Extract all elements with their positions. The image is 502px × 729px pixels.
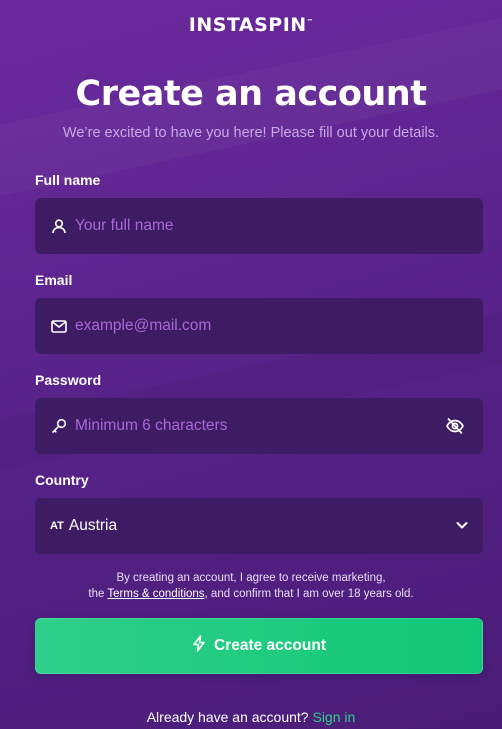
page-subtitle: We’re excited to have you here! Please f… [62, 125, 440, 141]
country-flag-code: AT [50, 520, 64, 532]
terms-link[interactable]: Terms & conditions [107, 588, 204, 600]
sign-in-text: Already have an account? [146, 709, 309, 725]
consent-line-2: the Terms & conditions, and confirm that… [0, 586, 502, 602]
create-account-label: Create account [214, 637, 326, 654]
country-label: Country [35, 472, 89, 488]
create-account-button[interactable]: Create account [35, 618, 483, 674]
consent-the: the [88, 588, 108, 600]
brand-logo: INSTASPIN™ [0, 14, 502, 36]
eye-off-icon[interactable] [445, 417, 465, 435]
country-select[interactable]: AT Austria [35, 498, 483, 554]
sign-in-link[interactable]: Sign in [312, 709, 355, 725]
key-icon [50, 417, 68, 435]
email-field[interactable]: example@mail.com [35, 298, 483, 354]
full-name-placeholder: Your full name [75, 217, 174, 234]
consent-line-1: By creating an account, I agree to recei… [116, 572, 386, 584]
password-label: Password [35, 372, 102, 388]
full-name-field[interactable]: Your full name [35, 198, 483, 254]
consent-text: By creating an account, I agree to recei… [0, 570, 502, 602]
lightning-icon [192, 635, 206, 657]
country-value: Austria [68, 517, 118, 534]
password-placeholder: Minimum 6 characters [75, 417, 228, 434]
chevron-down-icon [455, 518, 469, 532]
mail-icon [50, 317, 68, 335]
user-icon [50, 217, 68, 235]
logo-trademark: ™ [306, 18, 314, 26]
sign-in-prompt: Already have an account? Sign in [0, 709, 502, 725]
logo-text: INSTASPIN [188, 14, 307, 36]
page-title: Create an account [75, 74, 427, 114]
password-field[interactable]: Minimum 6 characters [35, 398, 483, 454]
consent-tail: , and confirm that I am over 18 years ol… [204, 588, 414, 600]
full-name-label: Full name [35, 172, 101, 188]
email-label: Email [35, 272, 73, 288]
email-placeholder: example@mail.com [75, 317, 212, 334]
